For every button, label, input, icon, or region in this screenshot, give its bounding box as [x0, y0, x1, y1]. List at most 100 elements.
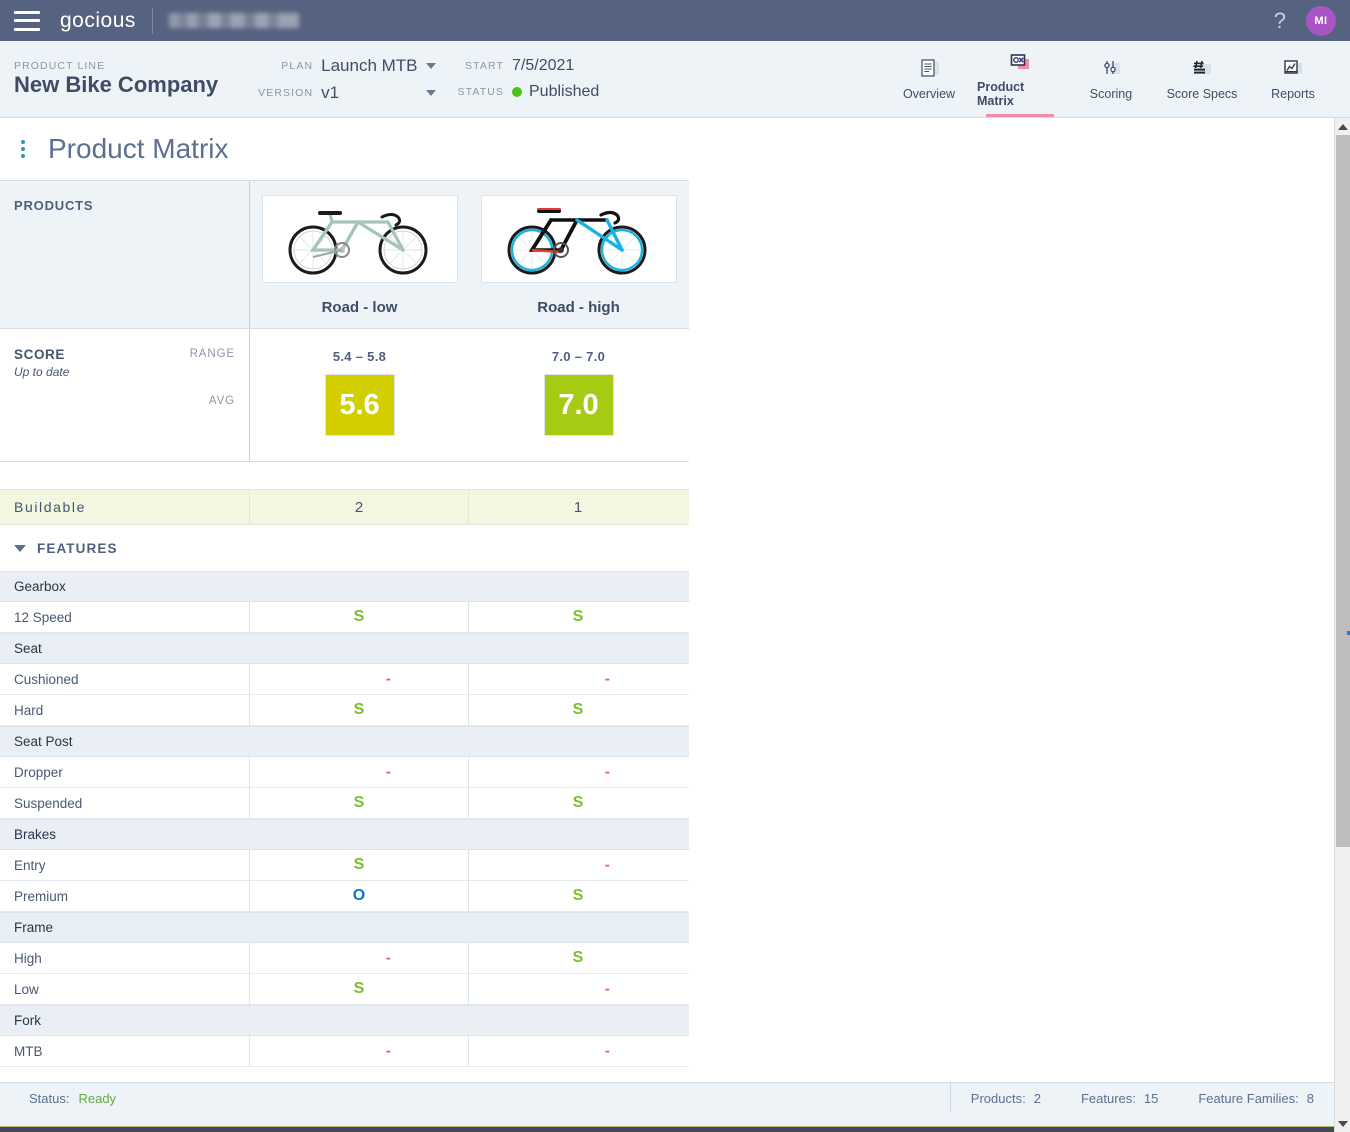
nav-label: Product Matrix — [977, 79, 1025, 108]
status-bar-stats: Products: 2 Features: 15 Feature Familie… — [949, 1083, 1334, 1113]
feature-cell[interactable]: - — [249, 943, 468, 973]
product-card[interactable]: Road - high — [469, 181, 688, 328]
help-icon[interactable]: ? — [1274, 9, 1286, 32]
buildable-value: 2 — [249, 490, 468, 524]
nav-label: Reports — [1271, 86, 1315, 101]
nav-label: Score Specs — [1166, 86, 1238, 101]
score-avg-badge: 7.0 — [543, 374, 614, 436]
feature-name: Entry — [14, 857, 46, 873]
feature-family-row: Frame — [0, 912, 689, 943]
feature-name: MTB — [14, 1043, 43, 1059]
range-label: RANGE — [189, 348, 235, 360]
standard-mark-icon: S — [572, 949, 584, 966]
feature-cell[interactable]: O — [249, 881, 468, 911]
plan-chevron-down-icon[interactable] — [425, 62, 436, 69]
products-row: PRODUCTS Road - low Road - high — [0, 180, 689, 329]
nav-item-product-matrix[interactable]: Product Matrix — [977, 41, 1063, 117]
chevron-down-icon[interactable] — [14, 544, 26, 552]
scrollbar-thumb[interactable] — [1336, 135, 1350, 847]
scroll-up-arrow-icon[interactable] — [1335, 118, 1350, 135]
nav-item-score-specs[interactable]: Score Specs — [1159, 41, 1245, 117]
feature-family-name: Gearbox — [14, 579, 66, 594]
feature-name: Low — [14, 981, 39, 997]
score-cell: 7.0 – 7.0 7.0 — [469, 329, 688, 461]
hamburger-menu-icon[interactable] — [14, 10, 40, 31]
status-bar-value: Ready — [78, 1090, 117, 1106]
feature-cell[interactable]: - — [468, 1036, 687, 1066]
feature-family-row: Fork — [0, 1005, 689, 1036]
avatar[interactable]: MI — [1306, 5, 1336, 36]
product-card[interactable]: Road - low — [250, 181, 469, 328]
feature-cell[interactable]: S — [249, 602, 468, 632]
avg-label: AVG — [208, 395, 235, 407]
plan-meta: START 7/5/2021 STATUS Published — [458, 57, 600, 101]
stat-key: Features: — [1080, 1090, 1136, 1106]
standard-mark-icon: S — [572, 794, 584, 811]
sliders-icon — [1098, 58, 1124, 82]
nav-label: Scoring — [1089, 86, 1133, 101]
feature-cell[interactable]: S — [249, 974, 468, 1004]
feature-row: Dropper - - — [0, 757, 689, 788]
score-subtitle: Up to date — [14, 365, 70, 379]
version-chevron-down-icon[interactable] — [425, 89, 436, 96]
buildable-row: Buildable 2 1 — [0, 489, 689, 525]
status-value: Published — [529, 83, 600, 100]
status-bar-label: Status: — [29, 1090, 70, 1106]
page-title: Product Matrix — [48, 133, 229, 164]
feature-cell[interactable]: - — [468, 974, 687, 1004]
feature-cell[interactable]: - — [249, 664, 468, 694]
feature-family-row: Seat — [0, 633, 689, 664]
features-section-header[interactable]: FEATURES — [0, 525, 689, 571]
stat-feature-families: Feature Families: 8 — [1178, 1091, 1334, 1106]
standard-mark-icon: S — [353, 701, 365, 718]
feature-family-name: Seat Post — [14, 734, 73, 749]
road-bike-low-image — [261, 195, 458, 283]
window-edge — [0, 1127, 1334, 1132]
feature-family-row: Gearbox — [0, 571, 689, 602]
feature-cell[interactable]: S — [249, 788, 468, 818]
feature-cell[interactable]: S — [468, 602, 687, 632]
feature-family-name: Brakes — [14, 827, 57, 842]
scroll-down-arrow-icon[interactable] — [1335, 1115, 1350, 1132]
kebab-menu-icon[interactable] — [18, 137, 28, 161]
nav-item-reports[interactable]: Reports — [1250, 41, 1336, 117]
feature-cell[interactable]: S — [468, 695, 687, 725]
optional-mark-icon: O — [352, 887, 366, 904]
feature-row: Suspended S S — [0, 788, 689, 819]
feature-cell[interactable]: S — [468, 943, 687, 973]
score-cell: 5.4 – 5.8 5.6 — [250, 329, 469, 461]
feature-cell[interactable]: - — [249, 757, 468, 787]
version-value[interactable]: v1 — [321, 83, 417, 103]
feature-cell[interactable]: S — [249, 850, 468, 880]
nav-item-overview[interactable]: Overview — [886, 41, 972, 117]
version-label: VERSION — [258, 86, 314, 99]
document-icon — [916, 58, 942, 82]
score-avg-badge: 5.6 — [324, 374, 395, 436]
feature-cell[interactable]: - — [468, 757, 687, 787]
feature-cell[interactable]: S — [249, 695, 468, 725]
feature-row: Hard S S — [0, 695, 689, 726]
feature-name: Cushioned — [14, 671, 79, 687]
feature-cell[interactable]: - — [468, 850, 687, 880]
feature-cell[interactable]: S — [468, 881, 687, 911]
nav-label: Overview — [902, 86, 956, 101]
feature-cell[interactable]: - — [249, 1036, 468, 1066]
vertical-scrollbar[interactable] — [1334, 118, 1350, 1132]
matrix-icon — [1007, 51, 1033, 75]
feature-cell[interactable]: S — [468, 788, 687, 818]
nav-item-scoring[interactable]: Scoring — [1068, 41, 1154, 117]
score-cells: 5.4 – 5.8 5.6 7.0 – 7.0 7.0 — [249, 329, 689, 461]
not-available-mark-icon: - — [604, 1042, 610, 1060]
stat-key: Feature Families: — [1198, 1090, 1299, 1106]
feature-cell[interactable]: - — [468, 664, 687, 694]
plan-value[interactable]: Launch MTB — [321, 56, 417, 76]
feature-family-row: Seat Post — [0, 726, 689, 757]
gocious-logo[interactable]: gocious — [60, 9, 136, 33]
not-available-mark-icon: - — [604, 980, 610, 998]
buildable-value: 1 — [468, 490, 687, 524]
plan-version-selectors: PLAN Launch MTB VERSION v1 — [258, 56, 436, 103]
feature-row: 12 Speed S S — [0, 602, 689, 633]
start-label: START — [465, 60, 504, 72]
stat-key: Products: — [970, 1090, 1026, 1106]
standard-mark-icon: S — [353, 856, 365, 873]
